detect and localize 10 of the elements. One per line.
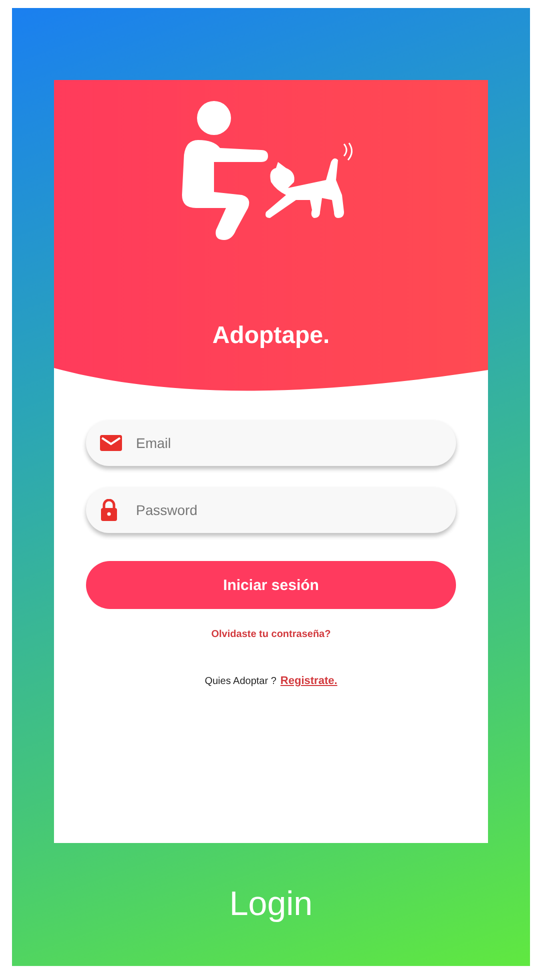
register-prompt: Quies Adoptar ?: [204, 676, 276, 687]
mail-icon: [100, 435, 122, 451]
lock-icon: [100, 499, 118, 521]
input-field[interactable]: Email: [86, 420, 456, 466]
caption-text: Login: [229, 885, 313, 924]
register-link[interactable]: Registrate.: [280, 675, 338, 687]
login-button[interactable]: Iniciar sesión: [86, 561, 456, 609]
app-title: Adoptape.: [212, 322, 330, 350]
forgot-password-link[interactable]: Olvidaste tu contraseña?: [211, 629, 331, 640]
input-field[interactable]: Password: [86, 487, 456, 533]
